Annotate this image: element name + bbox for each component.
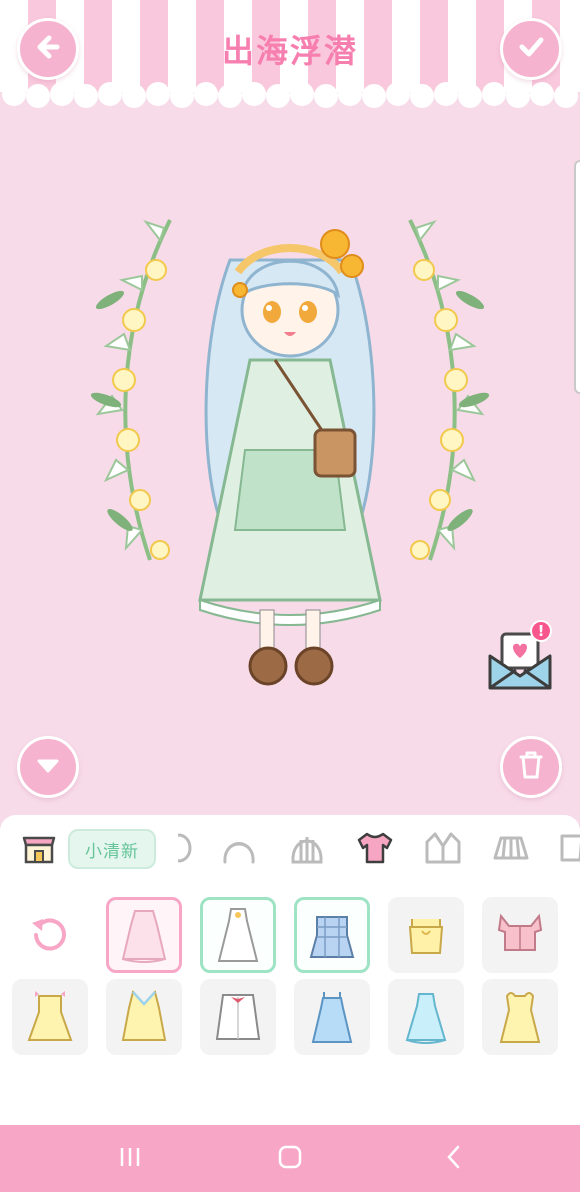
shop-icon [21,830,57,870]
item-pink-ruffle-top[interactable] [482,897,558,973]
trash-icon [517,750,545,784]
top-icon [355,828,395,872]
collapse-button[interactable] [17,736,79,798]
trash-button[interactable] [500,736,562,798]
tab-skirt[interactable] [488,827,534,873]
confirm-button[interactable] [500,18,562,80]
jacket-icon [423,828,463,872]
heart-envelope-icon [486,632,556,694]
tab-face[interactable] [158,827,204,873]
shoulder-bag [313,428,357,478]
system-nav-bar [0,1125,580,1192]
item-yellow-bow-dress[interactable] [12,979,88,1055]
face-icon [164,831,198,869]
character-illustration [90,219,490,686]
recent-apps-button[interactable] [110,1139,150,1179]
wardrobe-panel: 小清新 [0,815,580,1125]
home-button[interactable] [270,1139,310,1179]
category-bar: 小清新 [0,815,580,885]
recent-apps-icon [117,1145,143,1173]
right-shoe [294,646,334,686]
shop-button[interactable] [16,827,62,873]
lily-wreath-left [90,219,172,561]
left-shoe [248,646,288,686]
item-pink-lace-dress[interactable] [106,897,182,973]
tab-top[interactable] [352,827,398,873]
mail-button[interactable]: ! [486,620,556,690]
style-tag[interactable]: 小清新 [68,829,156,869]
right-scroll-handle[interactable] [574,160,580,394]
system-back-button[interactable] [434,1139,474,1179]
reset-icon [26,913,70,961]
tab-socks[interactable] [548,827,580,873]
item-aqua-dress[interactable] [388,979,464,1055]
item-blue-plaid-top[interactable] [294,897,370,973]
item-yellow-camisole[interactable] [388,897,464,973]
item-white-bow-shirt[interactable] [200,979,276,1055]
mail-badge: ! [530,620,552,642]
tab-hair-back[interactable] [284,827,330,873]
tab-jacket[interactable] [420,827,466,873]
checkmark-icon [516,32,546,66]
item-yellow-v-dress[interactable] [106,979,182,1055]
socks-icon [554,828,580,872]
character-canvas [80,200,500,700]
item-blue-slip-dress[interactable] [294,979,370,1055]
chevron-down-icon [35,752,61,782]
home-icon [277,1144,303,1174]
tab-hair-front[interactable] [216,827,262,873]
reset-button[interactable] [24,913,72,961]
item-yellow-puff-dress[interactable] [482,979,558,1055]
hair-back-icon [287,828,327,872]
item-white-dress[interactable] [200,897,276,973]
back-icon [442,1144,466,1174]
lily-wreath-right [408,219,490,561]
page-title: 出海浮潜 [221,32,358,70]
hair-front-icon [219,828,259,872]
skirt-icon [491,828,531,872]
